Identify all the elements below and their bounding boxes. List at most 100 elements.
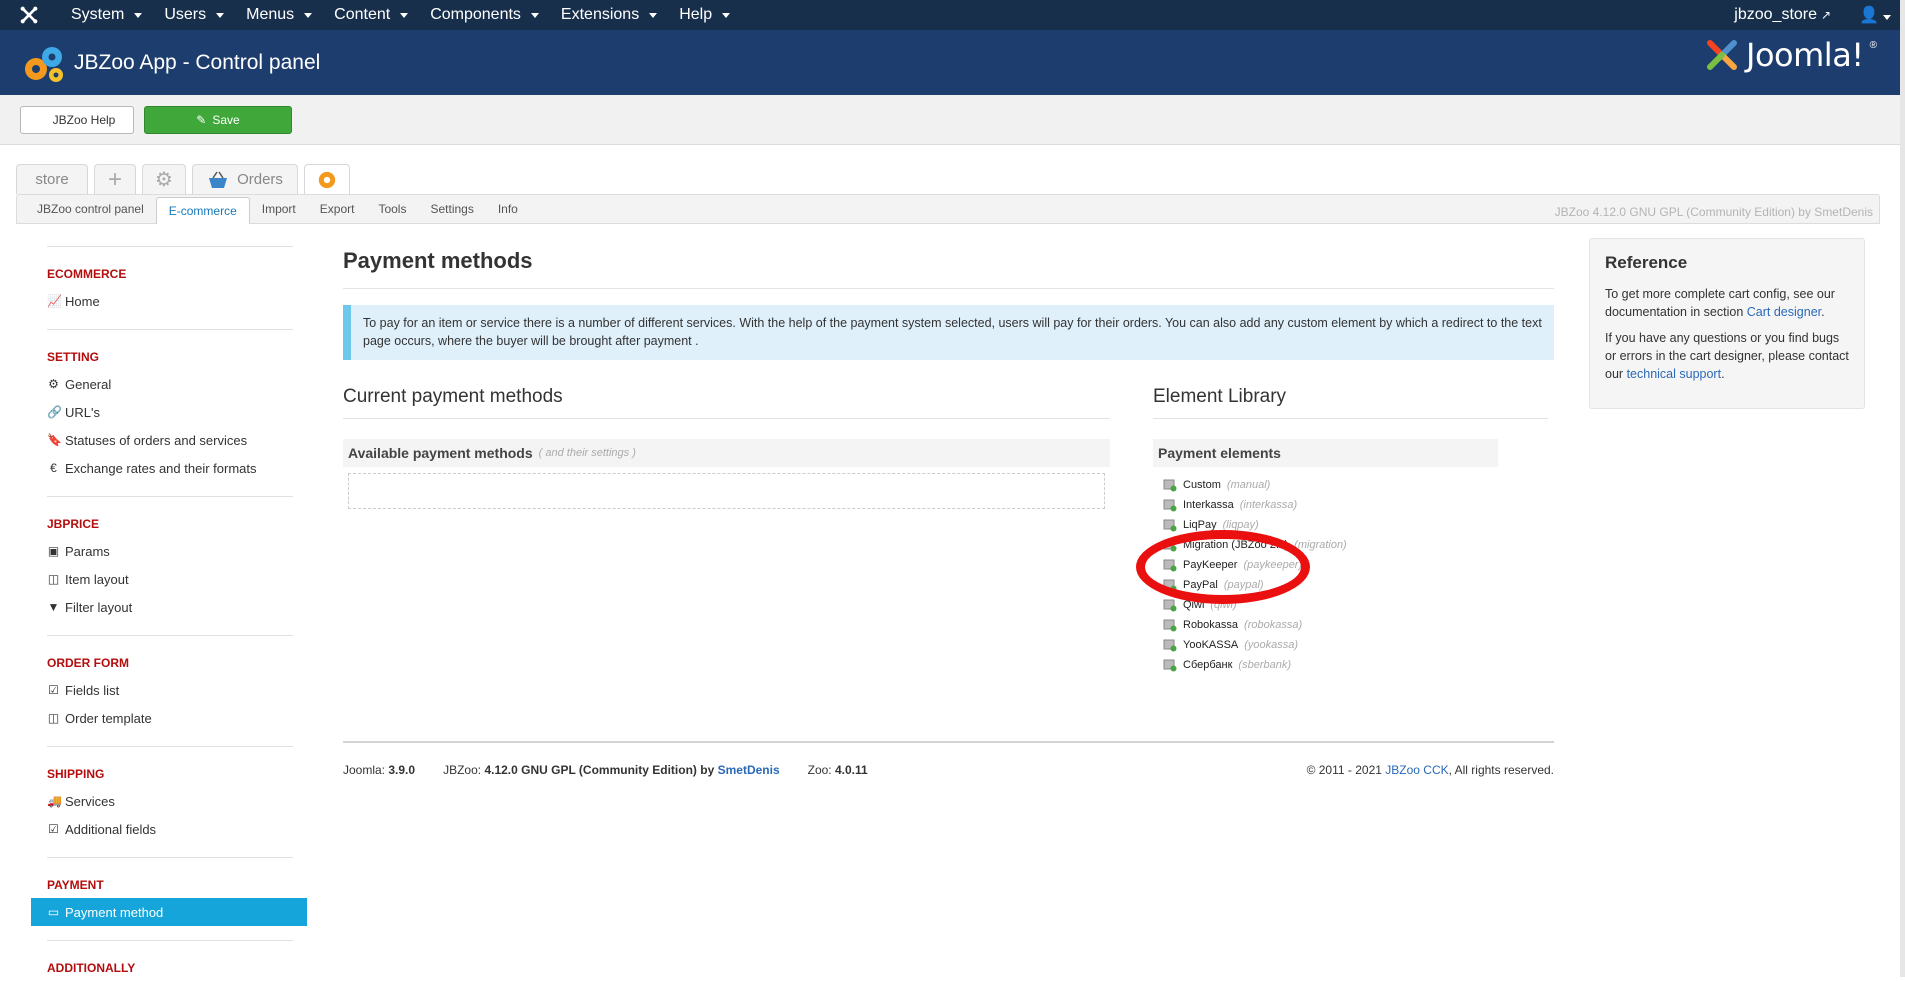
sidebar-divider xyxy=(47,329,293,330)
menu-components[interactable]: Components xyxy=(419,6,550,24)
element-name: YooKASSA xyxy=(1183,639,1239,651)
sidebar-divider xyxy=(47,746,293,747)
cart-designer-link[interactable]: Cart designer xyxy=(1747,305,1821,319)
payment-element-yookassa[interactable]: YooKASSA (yookassa) xyxy=(1163,635,1548,655)
sidebar-item-payment-method[interactable]: ▭ Payment method xyxy=(31,898,307,926)
sidebar-item-statuses-of-orders-and-services[interactable]: 🔖 Statuses of orders and services xyxy=(31,426,309,454)
sidebar-item-general[interactable]: ⚙ General xyxy=(31,370,309,398)
menu-content[interactable]: Content xyxy=(323,6,419,24)
tab-config[interactable]: ⚙ xyxy=(142,164,186,194)
sidebar-item-item-layout[interactable]: ◫ Item layout xyxy=(31,565,309,593)
element-system-name: (qiwi) xyxy=(1210,599,1237,611)
sidebar-item-label: Statuses of orders and services xyxy=(65,432,248,448)
footer: Joomla: 3.9.0 JBZoo: 4.12.0 GNU GPL (Com… xyxy=(343,741,1554,777)
subnav-info[interactable]: Info xyxy=(486,196,530,222)
menu-menus[interactable]: Menus xyxy=(235,6,323,24)
payment-element-interkassa[interactable]: Interkassa (interkassa) xyxy=(1163,495,1548,515)
payment-element-robokassa[interactable]: Robokassa (robokassa) xyxy=(1163,615,1548,635)
sidebar-item-filter-layout[interactable]: ▼ Filter layout xyxy=(31,593,309,621)
payment-element-item[interactable]: Сбербанк (sberbank) xyxy=(1163,655,1548,675)
sidebar-section-title: SETTING xyxy=(47,350,100,364)
sidebar-item-order-template[interactable]: ◫ Order template xyxy=(31,704,309,732)
menu-label: Menus xyxy=(246,6,295,23)
element-system-name: (migration) xyxy=(1294,539,1347,551)
menu-label: Extensions xyxy=(560,6,640,23)
app-tabs: store + ⚙ Orders xyxy=(16,164,350,194)
version-text: JBZoo 4.12.0 GNU GPL (Community Edition)… xyxy=(1554,205,1873,219)
sidebar-section-title: SHIPPING xyxy=(47,767,105,781)
chevron-down-icon xyxy=(722,12,731,18)
joomla-logo-icon[interactable] xyxy=(20,6,38,24)
toolbar: JBZoo Help ✎ Save xyxy=(0,95,1905,145)
subnav-jbzoo-control-panel[interactable]: JBZoo control panel xyxy=(25,196,156,222)
menu-label: System xyxy=(71,6,125,23)
edit-icon: ✎ xyxy=(196,112,207,127)
menu-users[interactable]: Users xyxy=(153,6,235,24)
methods-dropzone[interactable] xyxy=(348,473,1105,509)
sidebar-item-label: Exchange rates and their formats xyxy=(65,460,257,476)
payment-element-liqpay[interactable]: LiqPay (liqpay) xyxy=(1163,515,1548,535)
tab-add[interactable]: + xyxy=(94,164,136,194)
user-menu[interactable]: 👤 xyxy=(1859,5,1891,25)
tab-orders[interactable]: Orders xyxy=(192,164,298,194)
element-system-name: (liqpay) xyxy=(1222,519,1259,531)
main-content: Payment methods To pay for an item or se… xyxy=(343,246,1554,675)
payment-element-paykeeper[interactable]: PayKeeper (paykeeper) xyxy=(1163,555,1548,575)
sidebar-item-label: URL's xyxy=(65,404,100,420)
scrollbar[interactable] xyxy=(1900,0,1905,977)
jbzoo-help-button[interactable]: JBZoo Help xyxy=(20,105,134,134)
menu-extensions[interactable]: Extensions xyxy=(550,6,668,24)
subnav-tools[interactable]: Tools xyxy=(366,196,418,222)
subnav-import[interactable]: Import xyxy=(250,196,308,222)
footer-zoo-version: Zoo: 4.0.11 xyxy=(808,763,868,777)
sidebar-section-additionally: ADDITIONALLY xyxy=(31,961,309,975)
card-icon: ▭ xyxy=(47,905,60,919)
technical-support-link[interactable]: technical support xyxy=(1627,367,1722,381)
euro-icon: € xyxy=(50,461,57,475)
sidebar-item-label: Services xyxy=(65,793,115,809)
sidebar-item-home[interactable]: 📈 Home xyxy=(31,287,309,315)
sidebar-item-services[interactable]: 🚚 Services xyxy=(31,787,309,815)
menu-label: Content xyxy=(334,6,391,23)
jbzoo-cck-link[interactable]: JBZoo CCK xyxy=(1385,763,1448,777)
payment-element-migration-jbzoo-2-x[interactable]: Migration (JBZoo 2.x) (migration) xyxy=(1163,535,1548,555)
user-icon: 👤 xyxy=(1859,7,1879,24)
sub-navigation: JBZoo control panel E-commerce Import Expor… xyxy=(16,194,1880,224)
sidebar-divider xyxy=(47,940,293,941)
tab-jbzoo[interactable] xyxy=(304,164,350,194)
sidebar-item-additional-fields[interactable]: ☑ Additional fields xyxy=(31,815,309,843)
chart-icon: 📈 xyxy=(47,294,62,308)
page-header-title: JBZoo App - Control panel xyxy=(74,50,321,74)
sidebar-item-params[interactable]: ▣ Params xyxy=(31,537,309,565)
save-button[interactable]: ✎ Save xyxy=(144,105,292,134)
sidebar-divider xyxy=(47,496,293,497)
joomla-brand-icon xyxy=(1707,40,1738,70)
chevron-down-icon xyxy=(1883,15,1891,20)
filter-icon: ▼ xyxy=(47,600,60,614)
sidebar-item-fields-list[interactable]: ☑ Fields list xyxy=(31,676,309,704)
element-name: PayPal xyxy=(1183,579,1218,591)
chevron-down-icon xyxy=(530,12,539,18)
sidebar-item-exchange-rates-and-their-formats[interactable]: € Exchange rates and their formats xyxy=(31,454,309,482)
menu-help[interactable]: Help xyxy=(668,6,741,24)
sidebar-item-url-s[interactable]: 🔗 URL's xyxy=(31,398,309,426)
payment-element-custom[interactable]: Custom (manual) xyxy=(1163,475,1548,495)
joomla-brand-text: Joomla! xyxy=(1746,36,1864,74)
element-name: Migration (JBZoo 2.x) xyxy=(1183,539,1289,551)
element-system-name: (paykeeper) xyxy=(1243,559,1303,571)
main-menu: System Users Menus Content Components Extensi… xyxy=(60,6,1734,24)
subnav-e-commerce[interactable]: E-commerce xyxy=(155,197,250,224)
smetdenis-link[interactable]: SmetDenis xyxy=(718,763,780,777)
subnav-export[interactable]: Export xyxy=(308,196,367,222)
tab-store[interactable]: store xyxy=(16,164,88,194)
sidebar-item-label: Order template xyxy=(65,710,152,726)
subnav-settings[interactable]: Settings xyxy=(418,196,485,222)
menu-system[interactable]: System xyxy=(60,6,153,24)
site-link[interactable]: jbzoo_store ↗ xyxy=(1734,6,1831,24)
sidebar-section-title: ADDITIONALLY xyxy=(47,961,136,975)
payment-element-qiwi[interactable]: Qiwi (qiwi) xyxy=(1163,595,1548,615)
payment-element-paypal[interactable]: PayPal (paypal) xyxy=(1163,575,1548,595)
available-methods-hint: ( and their settings ) xyxy=(538,447,636,459)
chevron-down-icon xyxy=(216,12,225,18)
element-add-icon xyxy=(1163,479,1177,492)
